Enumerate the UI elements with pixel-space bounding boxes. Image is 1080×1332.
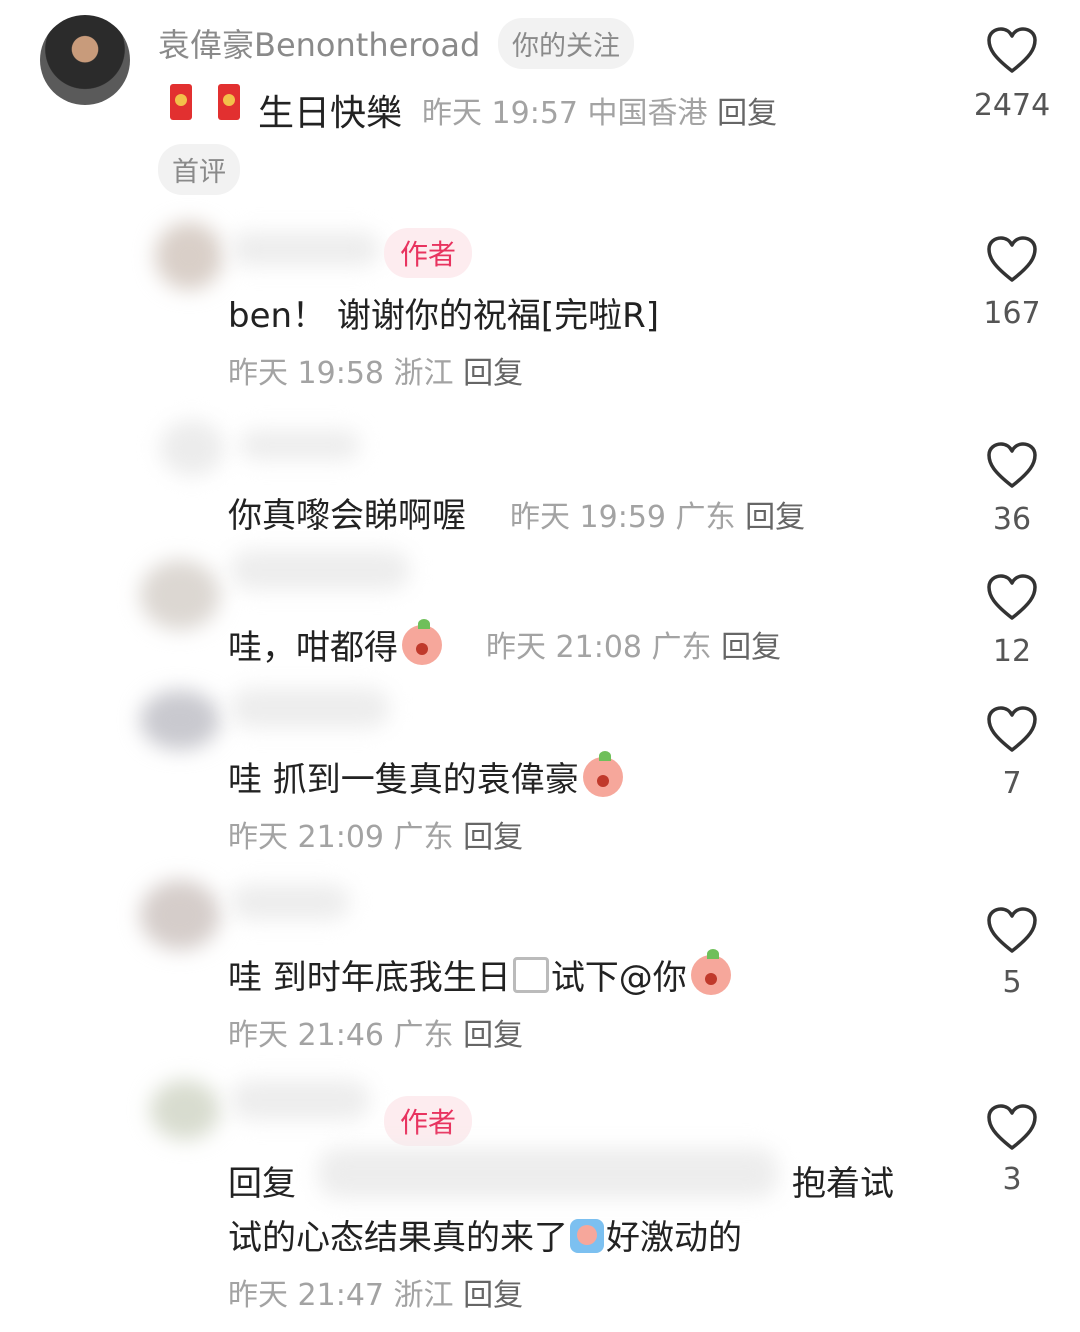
reply-button[interactable]: 回复	[721, 630, 781, 665]
reply-location: 广东	[651, 630, 712, 665]
reply-text: 哇 抓到一隻真的袁偉豪	[228, 751, 623, 801]
reply-text-suffix: 抱着试	[792, 1164, 894, 1204]
heart-icon[interactable]	[986, 235, 1038, 283]
reply-location: 广东	[393, 820, 454, 855]
reply-meta: 昨天 19:59 广东 回复	[510, 492, 805, 536]
reply-text-line2: 试的心态结果真的来了 好激动的	[228, 1210, 742, 1259]
heart-icon[interactable]	[986, 705, 1038, 753]
reply-time: 昨天 21:08	[486, 630, 642, 665]
follow-badge: 你的关注	[498, 18, 634, 69]
reply-time: 昨天 21:47	[228, 1278, 384, 1313]
comment-time: 昨天 19:57	[422, 96, 578, 131]
reply-button[interactable]: 回复	[463, 820, 523, 855]
like-count: 167	[983, 296, 1041, 331]
reply-text-content-start: 哇 到时年底我生日	[228, 958, 511, 998]
avatar[interactable]	[140, 880, 220, 950]
reply-text-content: 哇，咁都得	[228, 628, 398, 668]
reply-location: 浙江	[393, 356, 454, 391]
reply-meta: 昨天 21:08 广东 回复	[486, 622, 781, 666]
reply-time: 昨天 21:46	[228, 1018, 384, 1053]
avatar[interactable]	[150, 1080, 220, 1140]
like-count: 3	[1002, 1162, 1022, 1197]
reply-meta: 昨天 19:58 浙江 回复	[228, 348, 523, 392]
heart-icon[interactable]	[986, 1103, 1038, 1151]
blurred-username	[240, 430, 360, 460]
peach-sticker-icon	[690, 949, 731, 995]
blurred-mention	[318, 1148, 778, 1198]
peach-sticker-icon	[402, 619, 442, 665]
blurred-username	[230, 688, 390, 728]
reply-button[interactable]: 回复	[717, 96, 777, 131]
comment-meta: 昨天 19:57 中国香港 回复	[422, 88, 777, 132]
reply-button[interactable]: 回复	[745, 500, 805, 535]
blurred-username	[230, 884, 350, 920]
reply-text: ben！ 谢谢你的祝福[完啦R]	[228, 296, 660, 336]
blurred-word-mask	[512, 957, 549, 993]
reply-text-line2-start: 试的心态结果真的来了	[228, 1218, 568, 1258]
reply-location: 广东	[675, 500, 736, 535]
reply-button[interactable]: 回复	[463, 1278, 523, 1313]
like-count: 5	[1002, 965, 1022, 1000]
heart-icon[interactable]	[986, 573, 1038, 621]
like-count: 2474	[973, 88, 1051, 123]
avatar[interactable]	[140, 690, 220, 750]
username[interactable]: 袁偉豪Benontheroad	[158, 20, 480, 66]
reply-button[interactable]: 回复	[463, 1018, 523, 1053]
comment-text: 生日快樂	[258, 93, 403, 134]
blurred-username	[230, 550, 410, 590]
blurred-username	[230, 1080, 370, 1120]
blurred-username	[230, 232, 380, 266]
avatar[interactable]	[140, 560, 220, 630]
reply-time: 昨天 19:58	[228, 356, 384, 391]
reply-time: 昨天 21:09	[228, 820, 384, 855]
avatar[interactable]	[40, 15, 130, 105]
avatar[interactable]	[160, 420, 224, 476]
author-badge: 作者	[384, 1096, 473, 1146]
reply-location: 浙江	[393, 1278, 454, 1313]
like-count: 12	[992, 634, 1032, 669]
red-envelope-icon	[218, 84, 240, 124]
reply-meta: 昨天 21:46 广东 回复	[228, 1010, 523, 1054]
like-count: 36	[992, 502, 1032, 537]
first-comment-badge: 首评	[158, 144, 240, 195]
reply-text-line2-end: 好激动的	[606, 1218, 742, 1258]
crying-sticker-icon	[570, 1219, 604, 1253]
reply-meta: 昨天 21:47 浙江 回复	[228, 1270, 523, 1314]
reply-text: 哇，咁都得	[228, 619, 442, 669]
reply-meta: 昨天 21:09 广东 回复	[228, 812, 523, 856]
peach-sticker-icon	[582, 751, 623, 797]
like-count: 7	[1002, 766, 1022, 801]
author-badge: 作者	[384, 228, 473, 278]
reply-location: 广东	[393, 1018, 454, 1053]
reply-text-content-end: 试下@你	[550, 958, 687, 998]
heart-icon[interactable]	[986, 906, 1038, 954]
reply-text-prefix: 回复	[228, 1164, 296, 1204]
red-envelope-icon	[170, 84, 192, 124]
heart-icon[interactable]	[986, 26, 1038, 74]
reply-time: 昨天 19:59	[510, 500, 666, 535]
comment-location: 中国香港	[587, 96, 708, 131]
avatar[interactable]	[155, 222, 223, 290]
reply-button[interactable]: 回复	[463, 356, 523, 391]
reply-text: 你真嚟会睇啊喔	[228, 496, 466, 536]
reply-text-content: 哇 抓到一隻真的袁偉豪	[228, 760, 579, 800]
reply-text: 哇 到时年底我生日 试下@你	[228, 949, 731, 999]
heart-icon[interactable]	[986, 441, 1038, 489]
